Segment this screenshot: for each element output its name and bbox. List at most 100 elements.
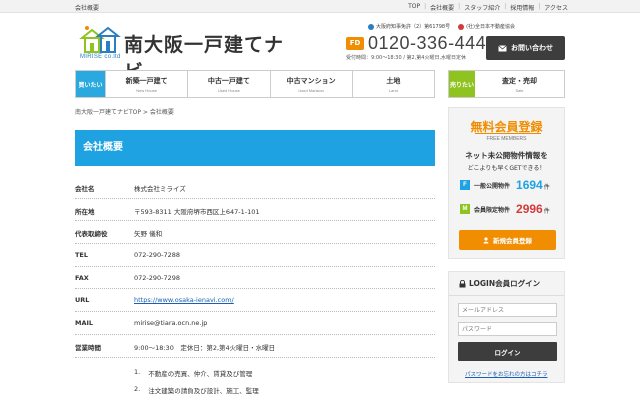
row-value: 〒593-8311 大阪府堺市西区上647-1-101 — [134, 207, 260, 216]
table-row: 営業時間 9:00～18:30 定休日：第2,第4火曜日・水曜日 — [75, 335, 435, 358]
password-input[interactable] — [458, 322, 557, 336]
free-dial-icon: FD — [346, 37, 364, 50]
row-value: 株式会社ミライズ — [134, 185, 186, 193]
table-row: 代表取締役 矢野 儀和 — [75, 221, 435, 245]
breadcrumb[interactable]: 南大阪一戸建てナビTOP > 会社概要 — [75, 107, 174, 116]
row-key: FAX — [75, 273, 89, 282]
license-association: (社)全日本不動産協会 — [458, 23, 515, 30]
buy-navigation: 買いたい 新築一戸建て New House 中古一戸建て Used House … — [75, 70, 435, 98]
list-item-text: 不動産の売買、仲介、賃貸及び管理 — [148, 370, 253, 378]
row-key: 営業時間 — [75, 343, 101, 352]
phone-number[interactable]: FD 0120-336-444 — [346, 33, 486, 54]
nav-item-new-house[interactable]: 新築一戸建て New House — [105, 71, 187, 97]
nav-item-label: 中古マンション — [286, 77, 336, 85]
table-row: 会社名 株式会社ミライズ — [75, 176, 435, 199]
table-row: 所在地 〒593-8311 大阪府堺市西区上647-1-101 — [75, 199, 435, 222]
row-key: 代表取締役 — [75, 230, 108, 239]
nav-item-sublabel: Used House — [217, 88, 240, 93]
association-mark-icon — [458, 23, 465, 30]
nav-item-used-mansion[interactable]: 中古マンション Used Mansion — [269, 71, 352, 97]
stat-members-only: M 会員限定物件 2996 件 — [460, 202, 550, 216]
brand-english: MIRISE co.ltd — [80, 54, 121, 60]
house-logo-icon — [79, 26, 121, 53]
row-key: 会社名 — [75, 185, 95, 193]
table-row: TEL 072-290-7288 — [75, 244, 435, 267]
reception-hours: 受付時間：9:00～18:30 / 第2,第4火曜日,水曜日定休 — [346, 55, 467, 61]
site-logo[interactable]: MIRISE co.ltd 南大阪一戸建てナビ — [78, 24, 298, 83]
row-value: 9:00～18:30 定休日：第2,第4火曜日・水曜日 — [134, 343, 276, 352]
register-button[interactable]: 新規会員登録 — [459, 230, 556, 250]
divider: | — [504, 3, 507, 10]
company-url-link[interactable]: https://www.osaka-ienavi.com/ — [134, 296, 234, 304]
nav-item-sublabel: Land — [388, 88, 398, 93]
register-button-label: 新規会員登録 — [493, 237, 532, 245]
license-info: 大阪府知事免許（2）第61798号 (社)全日本不動産協会 — [368, 23, 515, 30]
nav-item-land[interactable]: 土地 Land — [351, 71, 434, 97]
license-association-text: (社)全日本不動産協会 — [466, 24, 515, 30]
row-key: 所在地 — [75, 207, 95, 216]
person-plus-icon — [483, 236, 489, 243]
forgot-password-link[interactable]: パスワードをお忘れの方はコチラ — [465, 370, 548, 378]
nav-item-label: 中古一戸建て — [207, 77, 250, 85]
login-header: LOGIN会員ログイン — [449, 272, 564, 296]
top-bar-links: TOP | 会社概要 | スタッフ紹介 | 採用情報 | アクセス — [408, 3, 568, 12]
stat-unit: 件 — [543, 184, 550, 191]
nav-item-label: 土地 — [386, 77, 401, 85]
top-link-recruit[interactable]: 採用情報 — [510, 3, 534, 12]
company-info-table: 会社名 株式会社ミライズ 所在地 〒593-8311 大阪府堺市西区上647-1… — [75, 176, 435, 358]
nav-item-sublabel: Sale — [515, 88, 524, 93]
business-list: 1. 不動産の売買、仲介、賃貸及び管理 2. 注文建築の請負及び設計、施工、監理 — [134, 368, 259, 400]
login-title: LOGIN会員ログイン — [469, 279, 541, 288]
list-item-number: 2. — [134, 385, 141, 393]
phone-number-text: 0120-336-444 — [368, 33, 487, 53]
row-key: MAIL — [75, 319, 94, 328]
page-title: 会社概要 — [75, 130, 435, 166]
member-subtitle: FREE MEMBERS — [486, 136, 527, 142]
member-desc-2: どこよりも早くGETできる！ — [467, 165, 546, 172]
list-item-number: 1. — [134, 368, 141, 376]
nav-item-sublabel: New House — [136, 88, 157, 93]
nav-item-label: 新築一戸建て — [125, 77, 168, 85]
public-badge-icon: F — [460, 180, 470, 190]
free-member-box: 無料会員登録 FREE MEMBERS ネット未公開物件情報を どこよりも早くG… — [448, 107, 565, 259]
table-row: URL https://www.osaka-ienavi.com/ — [75, 289, 435, 313]
nav-item-sale[interactable]: 査定・売却 Sale — [475, 71, 564, 97]
inquiry-button-label: お問い合わせ — [511, 44, 553, 52]
inquiry-button[interactable]: お問い合わせ — [486, 36, 565, 60]
top-link-top[interactable]: TOP — [408, 3, 420, 12]
license-mark-icon — [368, 23, 374, 30]
email-input[interactable] — [458, 303, 557, 317]
divider — [475, 133, 541, 134]
stat-count: 2996 — [516, 202, 543, 216]
top-link-access[interactable]: アクセス — [544, 3, 568, 12]
divider: | — [424, 3, 427, 10]
stat-count: 1694 — [516, 178, 543, 192]
stat-label: 一般公開物件 — [474, 182, 511, 190]
buy-label: 買いたい — [76, 71, 105, 97]
sell-label: 売りたい — [449, 71, 475, 97]
row-value: 072-290-7288 — [134, 251, 181, 260]
row-value: 矢野 儀和 — [134, 230, 163, 239]
list-item: 1. 不動産の売買、仲介、賃貸及び管理 — [134, 368, 259, 385]
row-key: TEL — [75, 251, 89, 260]
lock-icon — [459, 279, 466, 287]
row-value: mirise@tiara.ocn.ne.jp — [134, 319, 208, 328]
stat-public: F 一般公開物件 1694 件 — [460, 178, 550, 192]
top-bar: 会社概要 TOP | 会社概要 | スタッフ紹介 | 採用情報 | アクセス — [0, 0, 640, 13]
license-prefecture-text: 大阪府知事免許（2）第61798号 — [376, 24, 451, 30]
mail-icon — [498, 44, 507, 51]
nav-item-sublabel: Used Mansion — [298, 88, 324, 93]
row-key: URL — [75, 296, 90, 305]
top-link-staff[interactable]: スタッフ紹介 — [464, 3, 500, 12]
list-item: 2. 注文建築の請負及び設計、施工、監理 — [134, 385, 259, 400]
top-link-company[interactable]: 会社概要 — [430, 3, 454, 12]
login-button[interactable]: ログイン — [458, 342, 557, 361]
stat-label: 会員限定物件 — [474, 206, 511, 214]
divider: | — [538, 3, 541, 10]
list-item-text: 注文建築の請負及び設計、施工、監理 — [148, 387, 259, 395]
nav-item-used-house[interactable]: 中古一戸建て Used House — [187, 71, 269, 97]
divider: | — [458, 3, 461, 10]
table-row: FAX 072-290-7298 — [75, 267, 435, 290]
sell-navigation: 売りたい 査定・売却 Sale — [448, 70, 565, 98]
row-value: 072-290-7298 — [134, 273, 181, 282]
